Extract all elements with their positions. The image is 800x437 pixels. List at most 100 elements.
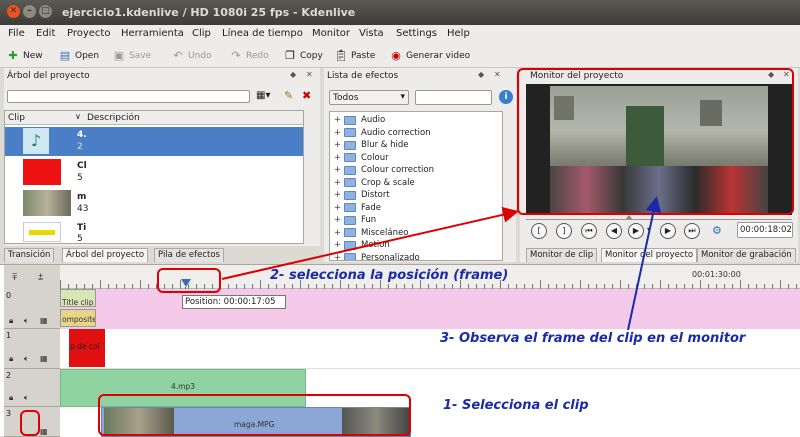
delete-icon[interactable]: ✖ (302, 89, 311, 102)
set-zone-start-icon[interactable]: [ (531, 223, 547, 239)
expand-icon[interactable]: + (334, 215, 344, 225)
effects-filter-select[interactable]: Todos ▾ (329, 90, 409, 105)
expand-icon[interactable]: + (334, 240, 344, 250)
speaker-icon[interactable]: 🔈︎ (24, 316, 29, 326)
effect-category[interactable]: + Crop & scale (334, 177, 415, 189)
audio-note-icon: ♪ (23, 128, 49, 154)
set-zone-end-icon[interactable]: ] (556, 223, 572, 239)
composite-transition[interactable]: omposite (60, 309, 96, 327)
effect-category[interactable]: + Personalizado (334, 252, 420, 261)
list-item[interactable]: ♪ 4. 2 (5, 127, 303, 156)
effect-category[interactable]: + Colour (334, 152, 389, 164)
tab-monitor-de-clip[interactable]: Monitor de clip (526, 248, 598, 262)
color-clip[interactable]: p de col (69, 329, 105, 367)
menu-settings[interactable]: Settings (396, 28, 437, 39)
expand-icon[interactable]: + (334, 140, 344, 150)
float-icon[interactable]: ◆ (478, 70, 484, 79)
lock-icon[interactable]: 🔒︎ (9, 354, 13, 364)
expand-icon[interactable]: + (334, 190, 344, 200)
expand-icon[interactable]: + (334, 228, 344, 238)
expand-icon[interactable]: + (334, 253, 344, 261)
effect-category[interactable]: + Colour correction (334, 164, 434, 176)
effect-category[interactable]: + Audio (334, 114, 385, 126)
video-icon[interactable]: ▦ (40, 316, 48, 325)
open-button[interactable]: ▤ Open (58, 48, 99, 64)
effect-category[interactable]: + Fade (334, 202, 381, 214)
folder-icon (344, 153, 356, 162)
tab-arbol-del-proyecto[interactable]: Árbol del proyecto (62, 248, 149, 262)
expand-icon[interactable]: + (334, 178, 344, 188)
copy-button[interactable]: ❐ Copy (283, 48, 323, 64)
rewind-icon[interactable]: ⏮ (581, 223, 597, 239)
lock-icon[interactable]: 🔒︎ (9, 393, 13, 403)
menu-edit[interactable]: Edit (36, 28, 55, 39)
menu-proyecto[interactable]: Proyecto (67, 28, 110, 39)
menu-linea-de-tiempo[interactable]: Línea de tiempo (222, 28, 303, 39)
speaker-icon[interactable]: 🔈︎ (24, 354, 29, 364)
menu-help[interactable]: Help (447, 28, 470, 39)
expand-icon[interactable]: + (334, 153, 344, 163)
menu-herramienta[interactable]: Herramienta (121, 28, 184, 39)
tab-transicion[interactable]: Transición (4, 248, 55, 262)
panel-title: Árbol del proyecto (7, 71, 90, 81)
effect-category[interactable]: + Misceláneo (334, 227, 408, 239)
effect-category[interactable]: + Fun (334, 214, 376, 226)
render-button[interactable]: ◉ Generar video (389, 48, 470, 64)
redo-button[interactable]: ↷ Redo (229, 48, 268, 64)
new-button[interactable]: ✚ New (6, 48, 42, 64)
effects-search-input[interactable] (415, 90, 492, 105)
list-item[interactable]: Ti 5 (5, 220, 303, 244)
expand-icon[interactable]: + (334, 203, 344, 213)
expand-icon[interactable]: + (334, 115, 344, 125)
close-icon[interactable]: ✕ (494, 70, 501, 79)
folder-icon (344, 240, 356, 250)
expand-icon[interactable]: + (334, 128, 344, 138)
tab-monitor-de-grabacion[interactable]: Monitor de grabación (697, 248, 796, 262)
play-icon[interactable]: ▶ (628, 223, 644, 239)
monitor-settings-icon[interactable]: ⚙︎ (712, 224, 722, 237)
left-tab-bar: Transición Árbol del proyecto Pila de ef… (4, 248, 320, 262)
add-clip-icon[interactable]: ▦▾ (256, 90, 270, 101)
menu-file[interactable]: File (8, 28, 25, 39)
close-icon[interactable]: ✕ (7, 5, 20, 18)
column-clip[interactable]: Clip (8, 113, 25, 123)
effect-category[interactable]: + Blur & hide (334, 139, 408, 151)
menu-vista[interactable]: Vista (359, 28, 384, 39)
close-icon[interactable]: ✕ (306, 70, 313, 79)
list-item[interactable]: Cl 5 (5, 158, 303, 187)
video-icon[interactable]: ▦ (40, 354, 48, 363)
paste-button[interactable]: 📋︎ Paste (334, 48, 375, 64)
list-item[interactable]: m 43 (5, 189, 303, 218)
tab-pila-de-efectos[interactable]: Pila de efectos (154, 248, 224, 262)
snap-icon[interactable]: ⩲ (38, 273, 43, 283)
step-forward-icon[interactable]: ▶ (660, 223, 676, 239)
info-icon[interactable]: i (499, 90, 513, 104)
effect-category[interactable]: + Motion (334, 239, 390, 251)
minimize-icon[interactable]: – (23, 5, 36, 18)
folder-icon (344, 203, 356, 212)
effect-category[interactable]: + Audio correction (334, 127, 431, 139)
menu-clip[interactable]: Clip (192, 28, 211, 39)
forward-icon[interactable]: ⏭ (684, 223, 700, 239)
speaker-icon[interactable]: 🔈︎ (24, 393, 29, 403)
folder-open-icon: ▤ (59, 49, 71, 62)
video-icon[interactable]: ▦ (40, 427, 48, 436)
effect-category[interactable]: + Distort (334, 189, 390, 201)
play-options-icon[interactable]: ▾ (647, 225, 651, 234)
zoom-fit-icon[interactable]: ⩱ (12, 273, 17, 283)
lock-icon[interactable]: 🔒︎ (9, 316, 13, 326)
folder-icon (344, 253, 356, 260)
search-input[interactable] (7, 90, 250, 103)
tab-monitor-del-proyecto[interactable]: Monitor del proyecto (601, 248, 698, 262)
save-button[interactable]: ▣ Save (112, 48, 151, 64)
expand-icon[interactable]: + (334, 165, 344, 175)
undo-button[interactable]: ↶ Undo (171, 48, 211, 64)
timecode-field[interactable]: 00:00:18:02 (737, 222, 793, 238)
float-icon[interactable]: ◆ (290, 70, 296, 79)
edit-icon[interactable]: ✎ (284, 89, 293, 102)
maximize-icon[interactable]: □ (39, 5, 52, 18)
title-clip[interactable]: Title clip (60, 289, 96, 307)
column-description[interactable]: Descripción (87, 113, 140, 123)
step-back-icon[interactable]: ◀ (606, 223, 622, 239)
menu-monitor[interactable]: Monitor (312, 28, 350, 39)
